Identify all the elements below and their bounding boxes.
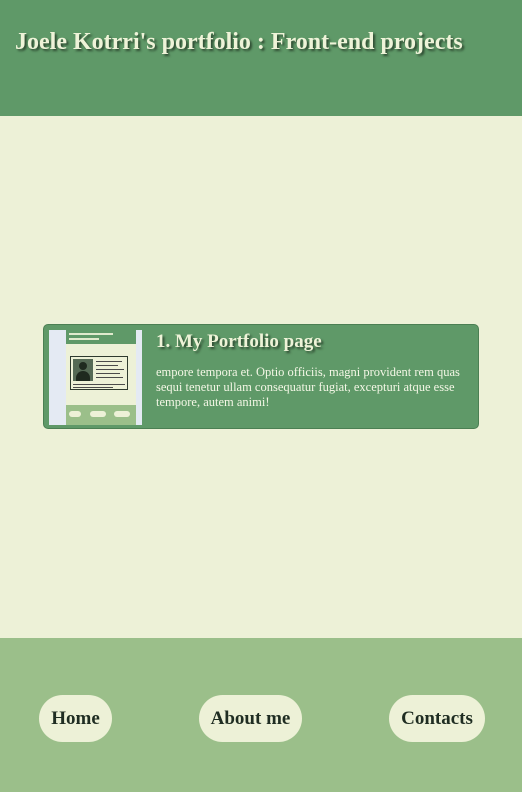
avatar-body-shape [76,371,90,381]
page-footer: Home About me Contacts [0,638,522,792]
avatar-icon [73,359,93,381]
thumbnail-preview [66,330,136,425]
thumbnail-header [66,330,136,344]
thumbnail-text-line [73,384,125,385]
project-thumbnail[interactable] [49,330,142,425]
project-title[interactable]: 1. My Portfolio page [156,331,322,353]
projects-section: 1. My Portfolio page empore tempora et. … [0,116,522,638]
avatar-head-shape [79,362,87,370]
thumbnail-text-line [96,361,122,362]
thumbnail-text-line [73,387,113,388]
thumbnail-about-box [70,356,128,390]
thumbnail-text-line [96,369,124,370]
page-header: Joele Kotrri's portfolio : Front-end pro… [0,0,522,116]
page-title: Joele Kotrri's portfolio : Front-end pro… [15,29,463,55]
thumbnail-text-line [96,377,123,378]
thumbnail-title-line [69,333,113,335]
thumbnail-nav-pill [114,411,130,417]
home-button[interactable]: Home [39,695,112,742]
about-me-button[interactable]: About me [199,695,302,742]
thumbnail-footer [66,405,136,425]
contacts-button[interactable]: Contacts [389,695,485,742]
project-description: empore tempora et. Optio officiis, magni… [156,365,460,409]
thumbnail-text-line [96,373,120,374]
thumbnail-nav-pill [69,411,81,417]
thumbnail-title-line [69,338,99,340]
thumbnail-nav-pill [90,411,106,417]
thumbnail-text-line [96,365,118,366]
project-card[interactable]: 1. My Portfolio page empore tempora et. … [43,324,479,429]
